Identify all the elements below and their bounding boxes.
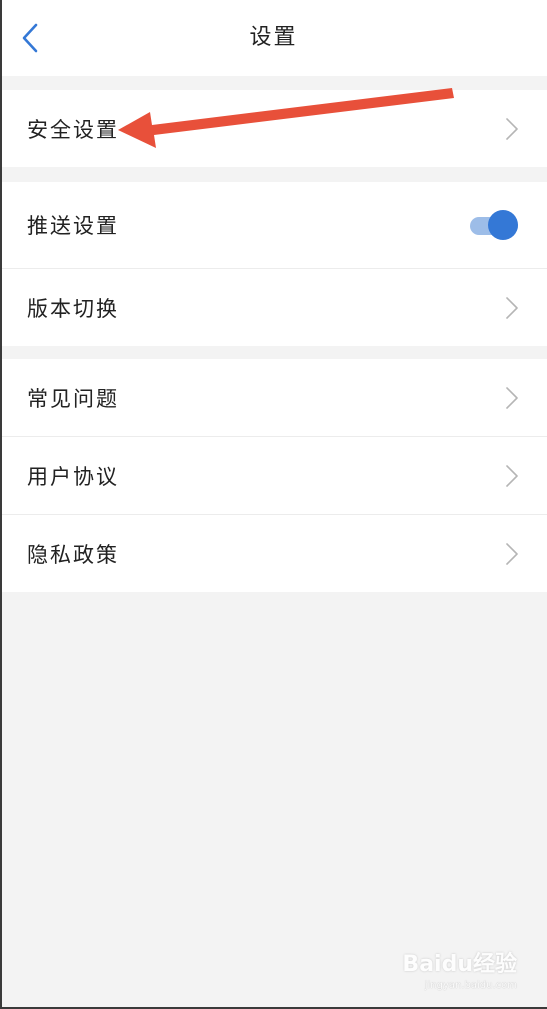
settings-row-label: 推送设置 <box>27 214 119 238</box>
settings-row-version-switch[interactable]: 版本切换 <box>0 268 547 346</box>
chevron-right-icon <box>506 464 518 487</box>
chevron-right-icon <box>506 542 518 565</box>
chevron-right-icon <box>506 296 518 319</box>
settings-row-push[interactable]: 推送设置 <box>0 182 547 268</box>
settings-row-label: 隐私政策 <box>27 542 119 567</box>
toggle-knob <box>488 210 518 240</box>
push-toggle-switch[interactable] <box>468 209 520 241</box>
baidu-watermark: Baidu经验 jingyan.baidu.com <box>402 946 517 991</box>
settings-row-user-agreement[interactable]: 用户协议 <box>0 436 547 514</box>
watermark-brand: Baidu经验 <box>402 946 517 978</box>
page-title: 设置 <box>249 25 298 50</box>
settings-row-faq[interactable]: 常见问题 <box>0 359 547 436</box>
chevron-right-icon <box>506 117 518 140</box>
settings-row-label: 常见问题 <box>27 386 119 411</box>
settings-group-general: 推送设置 版本切换 <box>0 182 547 346</box>
settings-group-info: 常见问题 用户协议 隐私政策 <box>0 359 547 592</box>
chevron-right-icon <box>506 386 518 409</box>
settings-row-label: 用户协议 <box>27 464 119 489</box>
watermark-brand-text: Baidu经验 <box>402 952 517 977</box>
settings-row-label: 安全设置 <box>27 117 119 142</box>
settings-row-security[interactable]: 安全设置 <box>0 90 547 167</box>
settings-row-label: 版本切换 <box>27 296 119 321</box>
window-frame-left <box>0 0 2 1009</box>
settings-row-privacy-policy[interactable]: 隐私政策 <box>0 514 547 592</box>
watermark-url: jingyan.baidu.com <box>424 980 517 991</box>
settings-group-security: 安全设置 <box>0 90 547 167</box>
navigation-bar: 设置 <box>0 0 547 76</box>
